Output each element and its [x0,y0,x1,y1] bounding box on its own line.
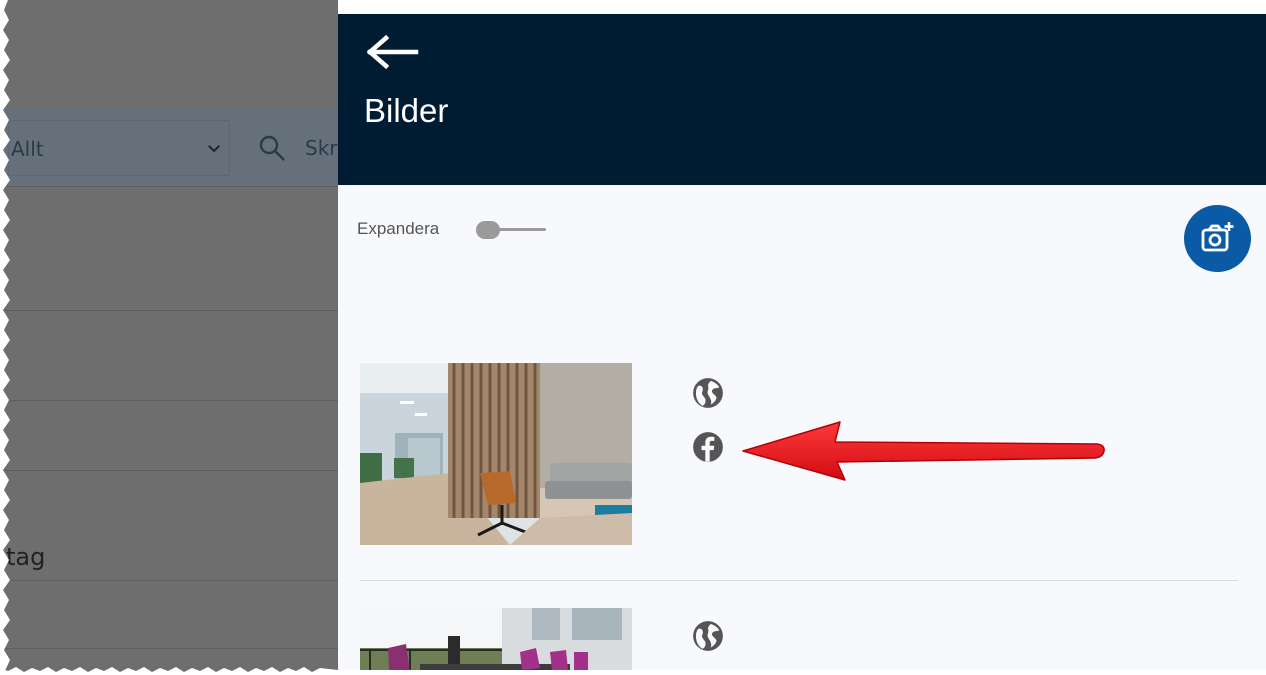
filter-select-value: Allt [11,137,44,161]
divider [0,186,338,187]
images-drawer: Bilder Expandera [338,14,1266,675]
search-icon[interactable] [257,133,287,163]
torn-edge [0,667,1266,675]
divider [0,580,338,581]
drawer-header: Bilder [338,14,1266,185]
globe-icon [693,621,723,651]
globe-icon [693,378,723,408]
chevron-down-icon [208,145,220,153]
image-thumbnail[interactable] [360,363,632,545]
page-title: Bilder [364,92,449,129]
back-arrow-icon[interactable] [366,32,422,72]
add-photo-button[interactable] [1184,205,1251,272]
facebook-icon [693,432,723,462]
add-photo-icon [1201,222,1234,252]
divider [0,648,338,649]
expand-toggle[interactable] [476,221,546,239]
search-input[interactable]: Skr [305,136,338,160]
torn-edge [0,0,10,675]
list-divider [360,580,1238,581]
divider [0,310,338,311]
lounge-photo [360,363,632,545]
divider [0,470,338,471]
divider [0,400,338,401]
background-app-overlay: Allt Skr tag [0,0,338,675]
toggle-thumb [476,221,500,239]
filter-select[interactable]: Allt [8,120,230,176]
expand-label: Expandera [357,219,440,238]
